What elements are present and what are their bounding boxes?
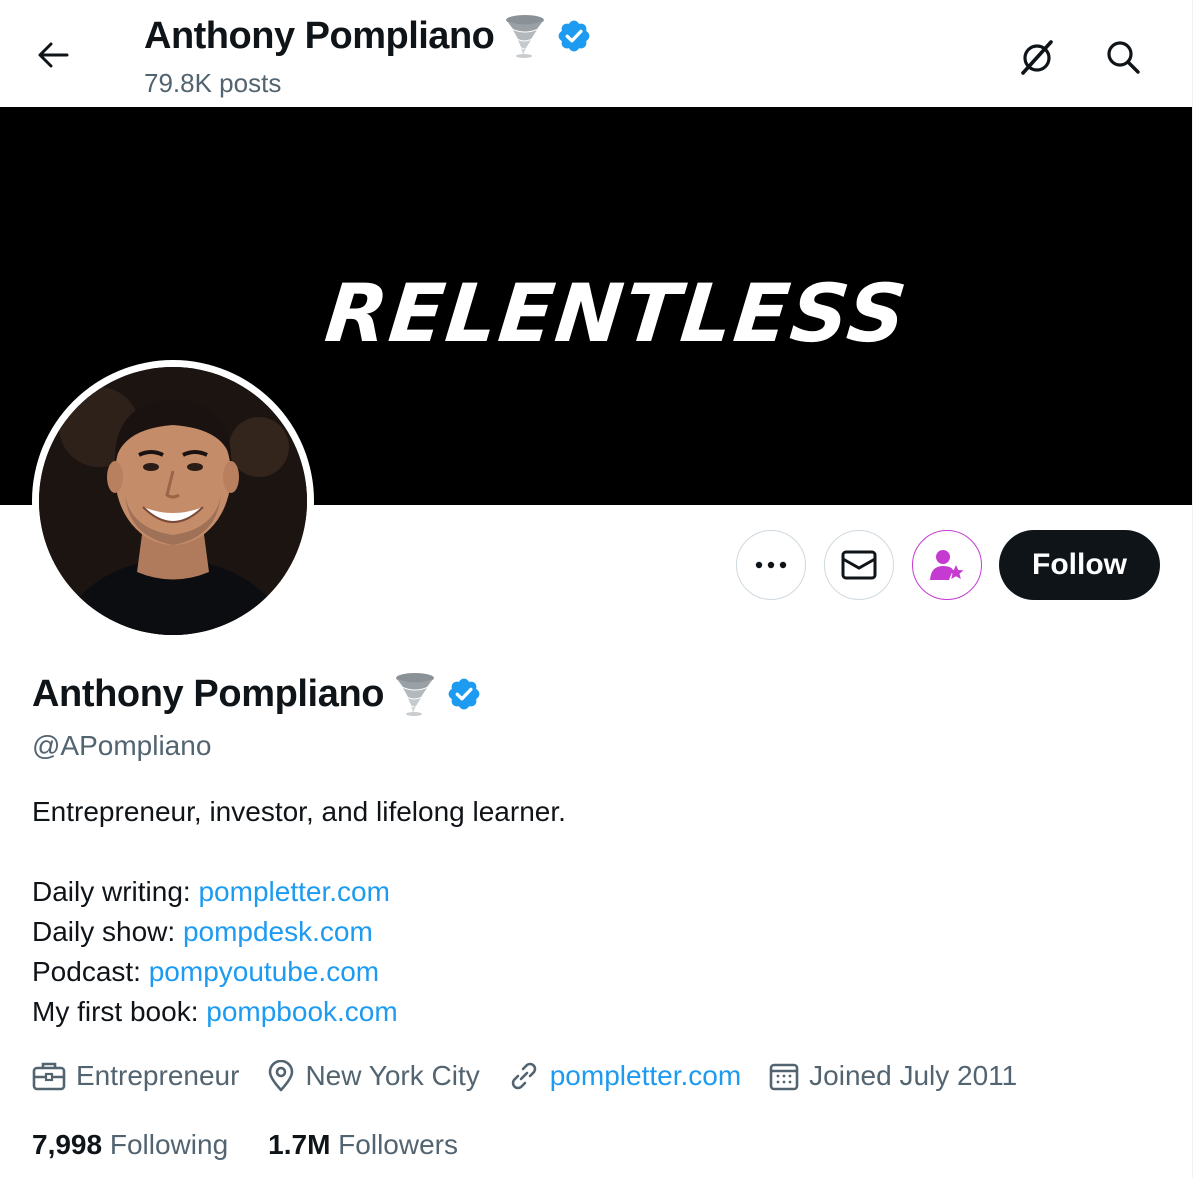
bio-link[interactable]: pompdesk.com xyxy=(183,916,373,947)
profile-stats: 7,998 Following 1.7M Followers xyxy=(32,1125,498,1165)
more-button[interactable] xyxy=(736,530,806,600)
mail-icon xyxy=(841,550,877,580)
bio-link-label: Daily show: xyxy=(32,916,183,947)
banner-text: RELENTLESS xyxy=(321,267,913,360)
bio-link-label: Podcast: xyxy=(32,956,149,987)
follow-button[interactable]: Follow xyxy=(999,530,1160,600)
profile-header-bar: Anthony Pompliano 79.8K posts xyxy=(0,0,1192,107)
grok-icon xyxy=(1021,40,1053,75)
verified-badge-icon[interactable] xyxy=(446,676,482,712)
bio-link-label: Daily writing: xyxy=(32,876,199,907)
bio-link-line: Podcast: pompyoutube.com xyxy=(32,952,566,992)
followers-count: 1.7M xyxy=(268,1129,331,1160)
bio-link-line: My first book: pompbook.com xyxy=(32,992,566,1032)
bio-link-line: Daily writing: pompletter.com xyxy=(32,872,566,912)
header-post-count: 79.8K posts xyxy=(144,68,282,98)
profile-name: Anthony Pompliano xyxy=(32,672,385,715)
briefcase-icon xyxy=(32,1062,66,1091)
profile-bio: Entrepreneur, investor, and lifelong lea… xyxy=(32,792,566,1032)
bio-link-label: My first book: xyxy=(32,996,207,1027)
tornado-emoji-icon xyxy=(394,672,436,716)
meta-profession-text: Entrepreneur xyxy=(76,1060,240,1091)
meta-location: New York City xyxy=(267,1060,480,1092)
column-border xyxy=(1192,0,1200,1178)
following-label: Following xyxy=(109,1129,229,1160)
grok-button[interactable] xyxy=(1014,34,1060,80)
verified-badge-icon xyxy=(556,18,592,54)
arrow-left-icon xyxy=(38,42,69,68)
header-name: Anthony Pompliano xyxy=(144,14,495,57)
bio-tagline: Entrepreneur, investor, and lifelong lea… xyxy=(32,796,566,827)
avatar[interactable] xyxy=(32,360,314,642)
tornado-emoji-icon xyxy=(504,14,546,58)
bio-link[interactable]: pompbook.com xyxy=(206,996,397,1027)
following-stat[interactable]: 7,998 Following xyxy=(32,1129,228,1161)
subscribe-icon xyxy=(930,550,964,580)
following-count: 7,998 xyxy=(32,1129,103,1160)
followers-label: Followers xyxy=(338,1129,458,1160)
meta-joined: Joined July 2011 xyxy=(769,1060,1017,1092)
subscribe-button[interactable] xyxy=(912,530,982,600)
header-title: Anthony Pompliano xyxy=(144,14,592,58)
back-button[interactable] xyxy=(32,34,74,76)
bio-link[interactable]: pompyoutube.com xyxy=(149,956,379,987)
location-pin-icon xyxy=(269,1060,294,1092)
meta-joined-text: Joined July 2011 xyxy=(809,1060,1018,1091)
link-icon xyxy=(511,1062,537,1090)
bio-spacer xyxy=(32,832,566,872)
profile-name-row: Anthony Pompliano xyxy=(32,672,482,716)
meta-location-text: New York City xyxy=(305,1060,480,1091)
more-icon xyxy=(755,561,787,569)
profile-meta-row: Entrepreneur New York City pompletter.co… xyxy=(32,1056,1045,1096)
meta-profession: Entrepreneur xyxy=(32,1060,239,1092)
search-button[interactable] xyxy=(1100,34,1146,80)
bio-link[interactable]: pompletter.com xyxy=(198,876,389,907)
message-button[interactable] xyxy=(824,530,894,600)
meta-website: pompletter.com xyxy=(508,1060,741,1092)
followers-stat[interactable]: 1.7M Followers xyxy=(268,1129,458,1161)
profile-handle: @APompliano xyxy=(32,730,212,761)
calendar-icon xyxy=(769,1063,799,1091)
avatar-photo xyxy=(39,367,307,635)
bio-link-line: Daily show: pompdesk.com xyxy=(32,912,566,952)
meta-website-link[interactable]: pompletter.com xyxy=(550,1060,741,1092)
search-icon xyxy=(1107,41,1140,74)
